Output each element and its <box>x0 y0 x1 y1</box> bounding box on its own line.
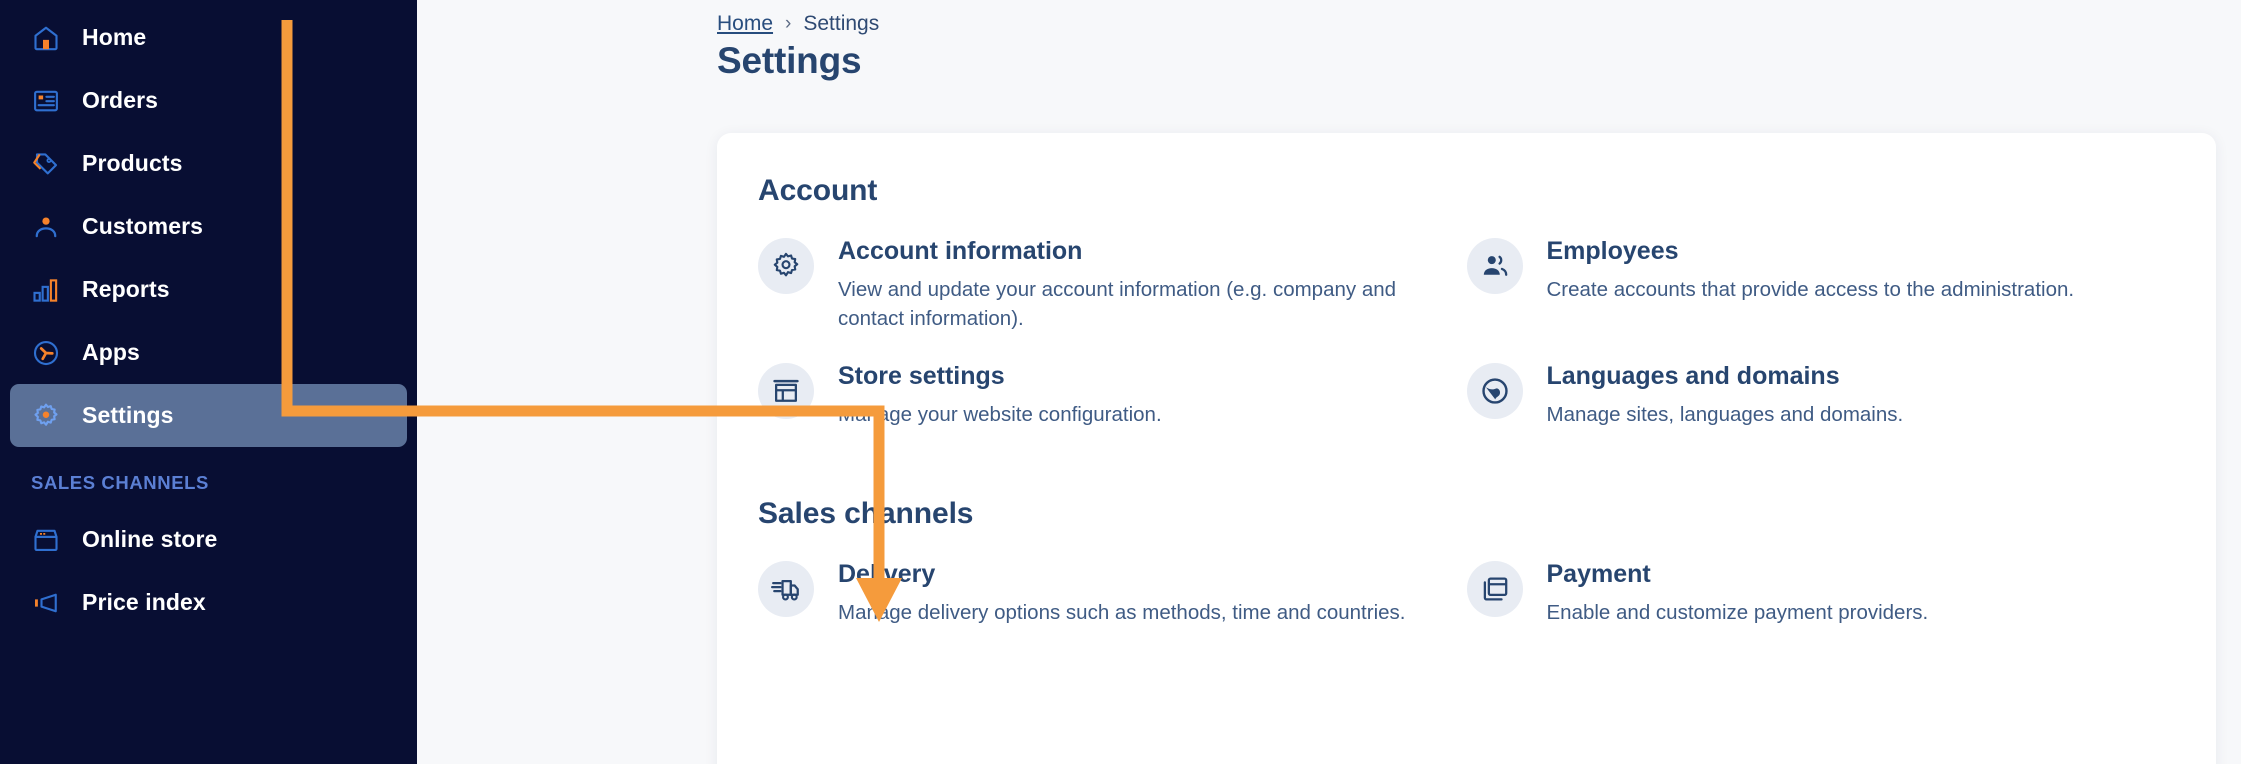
employees-people-icon <box>1466 238 1523 294</box>
sidebar-section-sales-channels: SALES CHANNELS <box>31 472 209 493</box>
sidebar-item-label: Home <box>82 24 147 50</box>
tile-description: View and update your account information… <box>838 278 1397 331</box>
main-content: Home › Settings Settings Account Account… <box>417 0 2241 764</box>
customers-person-icon <box>31 212 61 242</box>
orders-icon <box>31 86 61 116</box>
tile-body: Delivery Manage delivery options such as… <box>838 559 1467 627</box>
tile-payment[interactable]: Payment Enable and customize payment pro… <box>1466 559 2176 655</box>
tile-description: Enable and customize payment providers. <box>1546 601 1929 625</box>
tile-description: Manage sites, languages and domains. <box>1546 403 1904 427</box>
apps-icon <box>31 338 61 368</box>
breadcrumb: Home › Settings <box>717 12 879 36</box>
tile-description: Manage your website configuration. <box>838 403 1162 427</box>
chevron-right-icon: › <box>785 13 792 34</box>
globe-icon <box>1466 363 1523 420</box>
tile-body: Payment Enable and customize payment pro… <box>1547 559 2176 627</box>
sidebar-item-label: Products <box>82 150 183 176</box>
sidebar-item-label: Apps <box>82 339 140 365</box>
tile-title[interactable]: Employees <box>1547 236 2176 266</box>
sidebar-item-label: Price index <box>82 589 206 615</box>
tile-description: Create accounts that provide access to t… <box>1546 278 2075 301</box>
section-title-sales-channels: Sales channels <box>758 497 974 531</box>
tile-store-settings[interactable]: Store settings Manage your website confi… <box>758 361 1467 457</box>
page-title: Settings <box>717 40 862 81</box>
app-root: Home Orders Products Customers Reports A… <box>0 0 2241 764</box>
online-store-icon <box>31 525 61 555</box>
price-index-megaphone-icon <box>31 588 61 618</box>
sales-channels-grid: Delivery Manage delivery options such as… <box>758 559 2175 655</box>
tile-title[interactable]: Store settings <box>838 361 1467 391</box>
sidebar-item-apps[interactable]: Apps <box>10 321 407 384</box>
tile-languages-and-domains[interactable]: Languages and domains Manage sites, lang… <box>1466 361 2176 457</box>
tile-account-information[interactable]: Account information View and update your… <box>758 236 1467 361</box>
reports-bar-chart-icon <box>31 275 61 305</box>
sidebar-item-settings[interactable]: Settings <box>10 384 407 447</box>
account-settings-grid: Account information View and update your… <box>758 236 2175 457</box>
tile-title[interactable]: Payment <box>1547 559 2176 589</box>
tile-body: Employees Create accounts that provide a… <box>1547 236 2176 333</box>
section-title-account: Account <box>758 174 878 207</box>
tile-title[interactable]: Delivery <box>838 559 1467 589</box>
tile-body: Store settings Manage your website confi… <box>838 361 1467 429</box>
products-tag-icon <box>31 149 61 179</box>
sidebar-item-label: Settings <box>82 402 174 428</box>
sidebar-item-online-store[interactable]: Online store <box>10 508 407 571</box>
delivery-truck-icon <box>758 561 814 618</box>
settings-card: Account Account information View and upd… <box>717 133 2216 764</box>
payment-card-icon <box>1466 561 1523 618</box>
gear-icon <box>758 238 814 294</box>
tile-delivery[interactable]: Delivery Manage delivery options such as… <box>758 559 1467 655</box>
sidebar-item-orders[interactable]: Orders <box>10 69 407 132</box>
sidebar-item-price-index[interactable]: Price index <box>10 571 407 634</box>
tile-employees[interactable]: Employees Create accounts that provide a… <box>1466 236 2176 361</box>
tile-body: Languages and domains Manage sites, lang… <box>1547 361 2176 429</box>
tile-title[interactable]: Languages and domains <box>1547 361 2176 391</box>
sidebar-item-label: Reports <box>82 276 170 302</box>
breadcrumb-home-link[interactable]: Home <box>717 12 773 36</box>
sidebar-item-customers[interactable]: Customers <box>10 195 407 258</box>
sidebar-item-home[interactable]: Home <box>10 6 407 69</box>
sidebar-item-label: Orders <box>82 87 159 113</box>
tile-description: Manage delivery options such as methods,… <box>838 601 1406 625</box>
store-icon <box>758 363 814 420</box>
home-icon <box>31 23 61 53</box>
breadcrumb-current: Settings <box>803 12 880 35</box>
sidebar-item-reports[interactable]: Reports <box>10 258 407 321</box>
sidebar-item-label: Customers <box>82 213 204 239</box>
sidebar: Home Orders Products Customers Reports A… <box>0 0 417 764</box>
settings-gear-icon <box>31 401 61 431</box>
tile-title[interactable]: Account information <box>838 236 1467 266</box>
sidebar-item-products[interactable]: Products <box>10 132 407 195</box>
sidebar-item-label: Online store <box>82 526 218 552</box>
tile-body: Account information View and update your… <box>838 236 1467 333</box>
